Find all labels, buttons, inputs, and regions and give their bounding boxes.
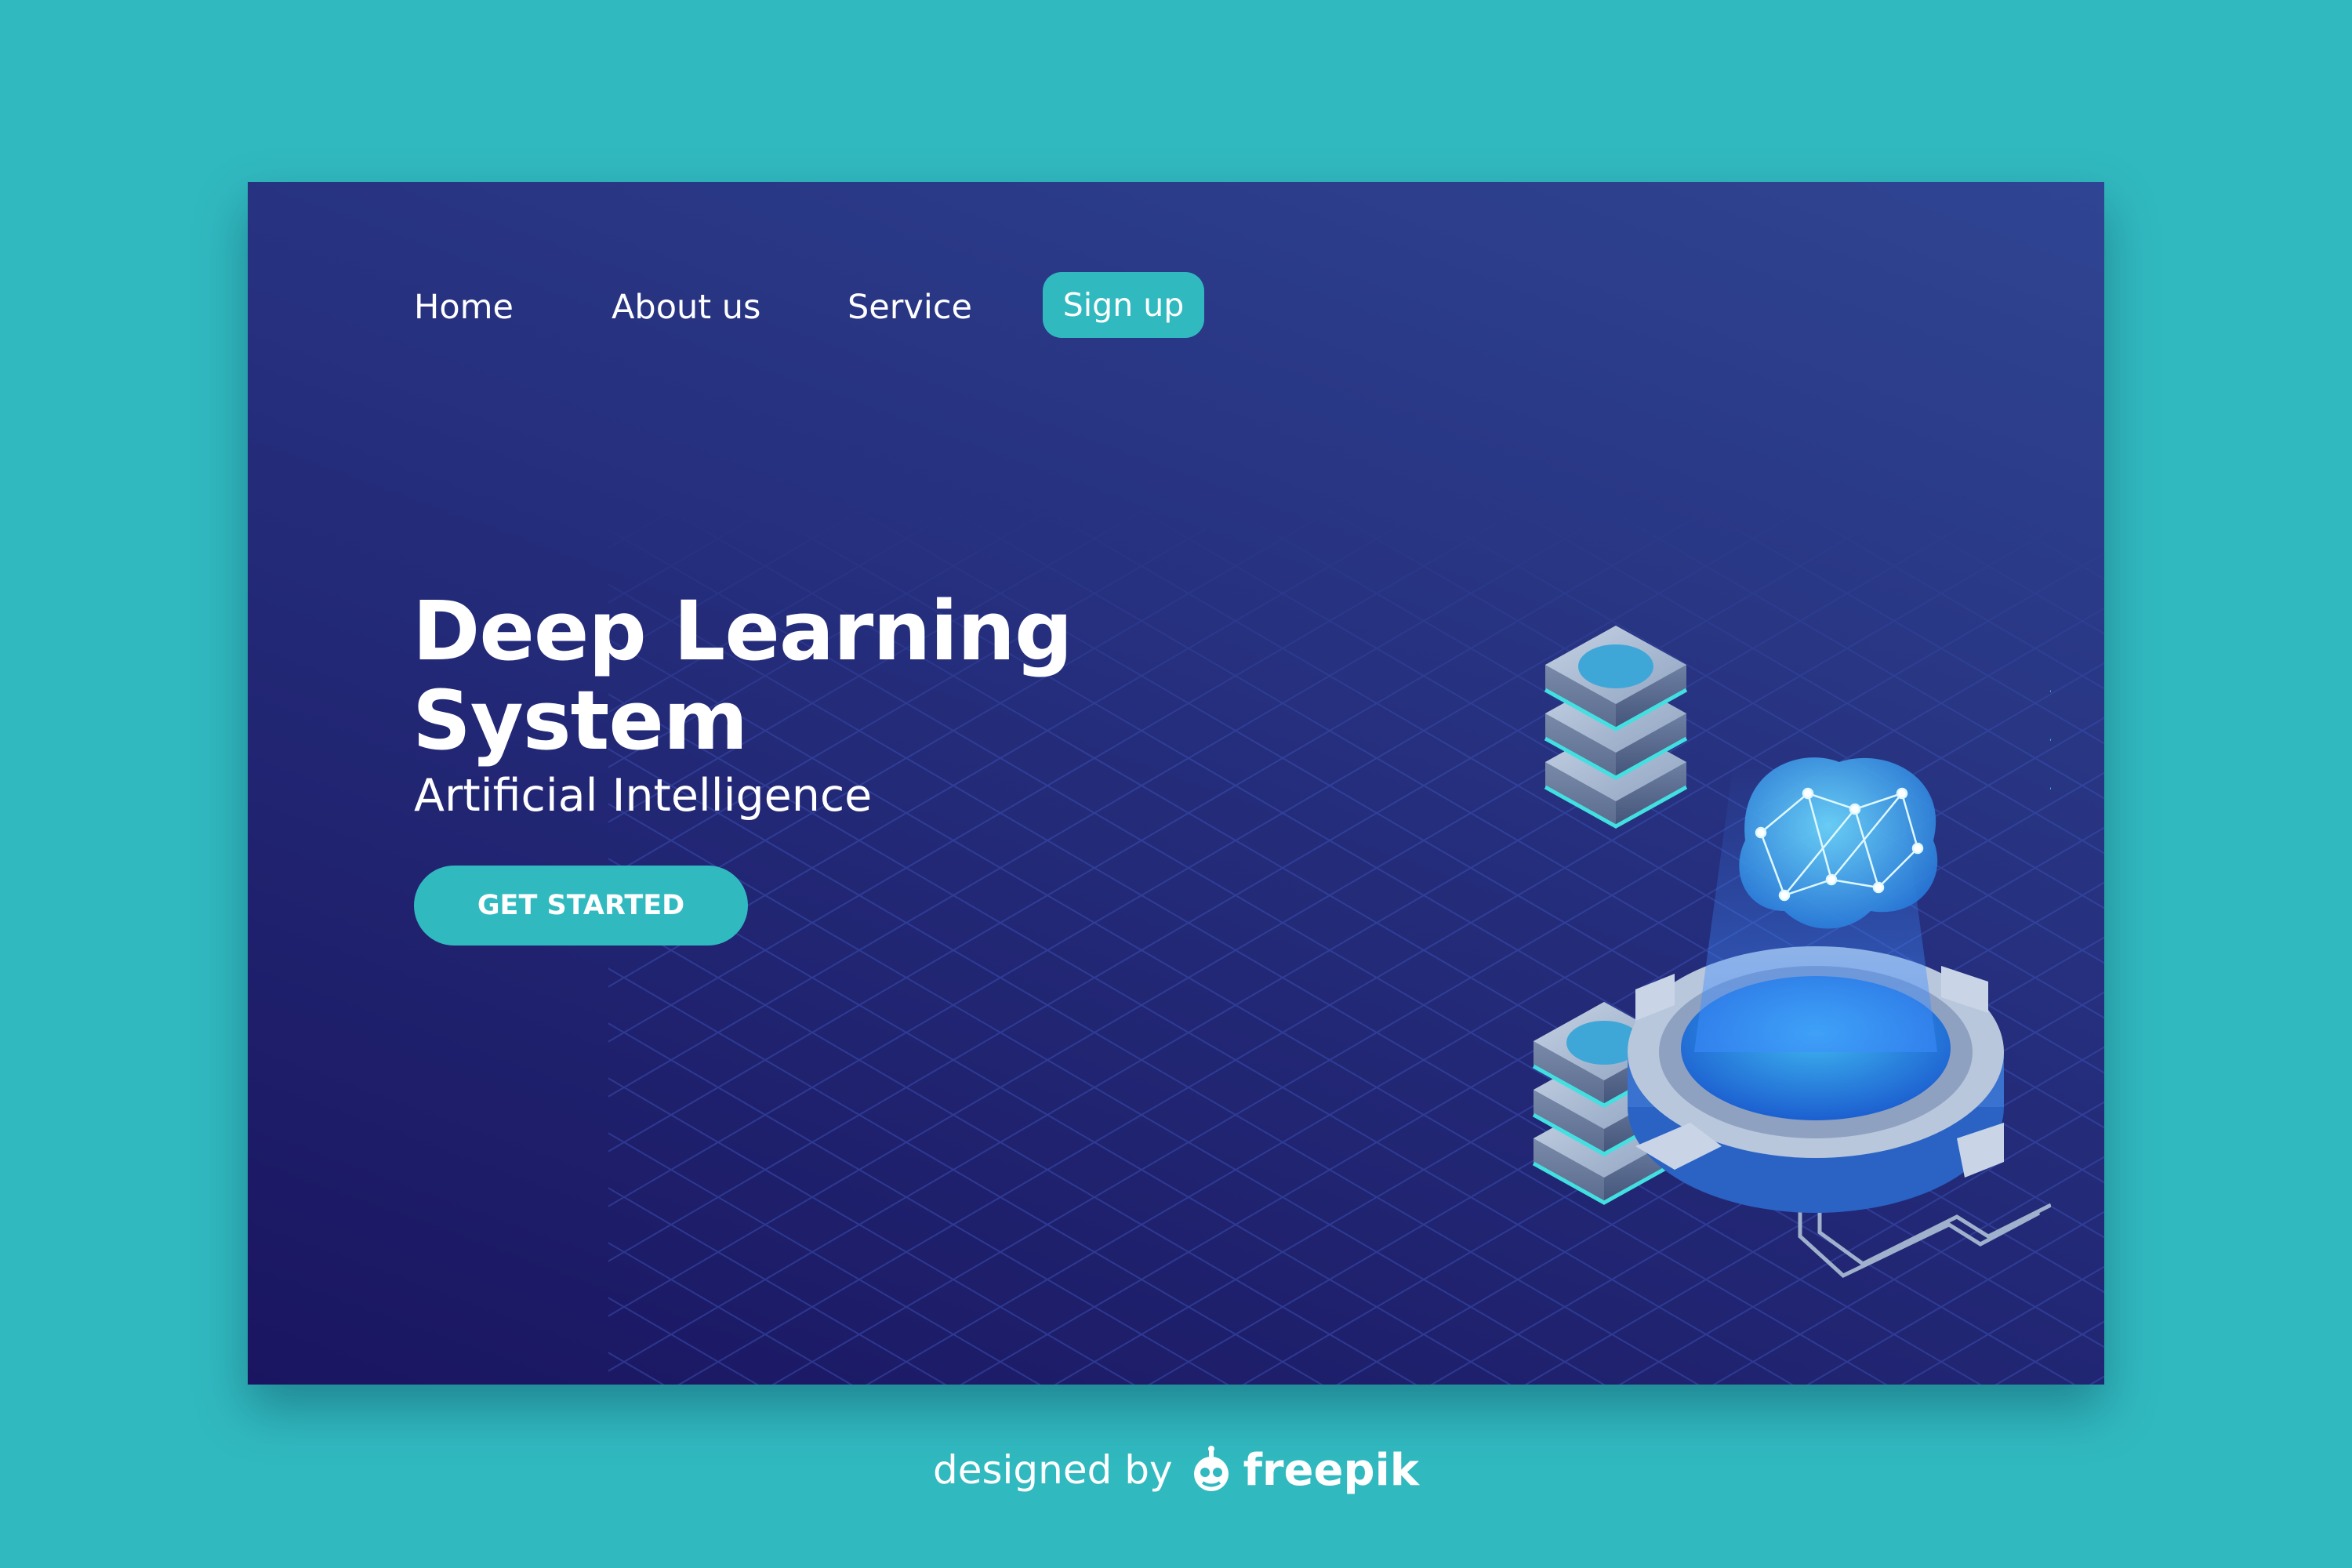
ai-illustration <box>1267 511 2051 1278</box>
attribution: designed by freepik <box>0 1435 2352 1505</box>
nav-service-link[interactable]: Service <box>848 272 972 343</box>
hero-title-line2: System <box>412 673 748 768</box>
server-stack-icon <box>1545 626 1686 826</box>
signup-button[interactable]: Sign up <box>1043 272 1204 338</box>
hero-title: Deep Learning System <box>412 586 1196 765</box>
nav-home-link[interactable]: Home <box>414 272 514 343</box>
brain-hologram-icon <box>1694 757 1938 1052</box>
hero-subtitle: Artificial Intelligence <box>414 770 873 822</box>
freepik-logo-icon <box>1193 1446 1229 1491</box>
attribution-brand: freepik <box>1243 1444 1420 1496</box>
attribution-text: designed by <box>932 1447 1173 1493</box>
landing-card: Home About us Service Sign up Deep Learn… <box>248 182 2104 1385</box>
hero-title-line1: Deep Learning <box>412 583 1073 679</box>
nav-about-link[interactable]: About us <box>612 272 760 343</box>
get-started-button[interactable]: GET STARTED <box>414 866 748 946</box>
